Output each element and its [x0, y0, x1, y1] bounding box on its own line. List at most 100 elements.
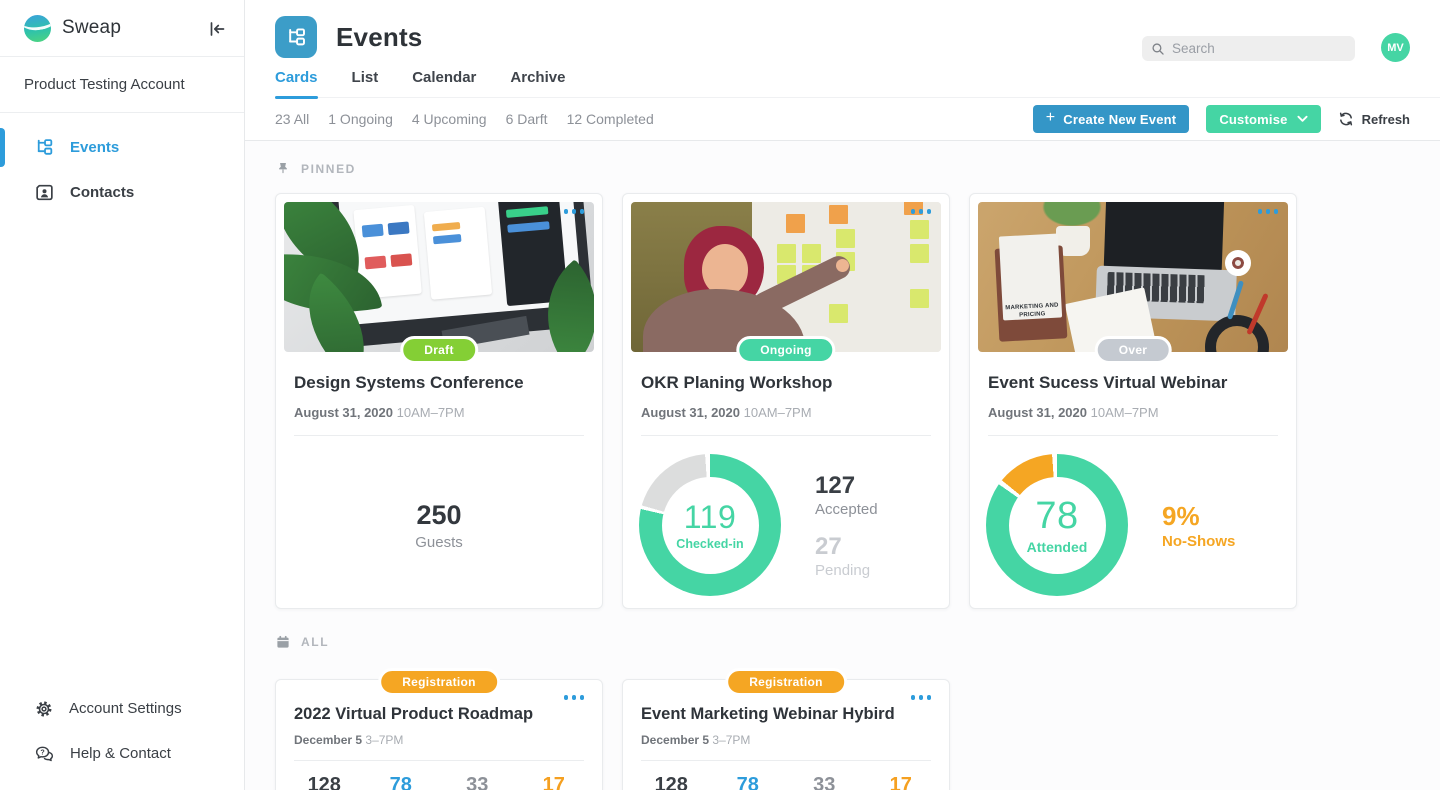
metric-accepted: 78: [363, 774, 440, 790]
event-time: 10AM–7PM: [744, 405, 812, 420]
stat-value: 9%: [1162, 501, 1235, 532]
filter-ongoing[interactable]: 1 Ongoing: [328, 111, 393, 127]
tab-calendar[interactable]: Calendar: [412, 69, 476, 97]
tab-archive[interactable]: Archive: [510, 69, 565, 97]
event-time: 10AM–7PM: [1091, 405, 1159, 420]
pin-icon: [275, 161, 291, 177]
donut-label: Attended: [1027, 539, 1088, 555]
donut-value: 119: [684, 499, 737, 536]
tab-cards[interactable]: Cards: [275, 69, 318, 97]
event-card-design-systems[interactable]: Draft Design Systems Conference August 3…: [275, 193, 603, 609]
more-options-button[interactable]: [560, 205, 589, 218]
event-datetime: August 31, 2020 10AM–7PM: [988, 405, 1278, 420]
filter-all[interactable]: 23 All: [275, 111, 309, 127]
status-badge: Registration: [378, 668, 500, 696]
side-stats: 9% No-Shows: [1162, 501, 1235, 550]
metric-total: 128: [633, 774, 710, 790]
status-badge: Draft: [400, 336, 478, 364]
metric-pending: 33: [439, 774, 516, 790]
stat-value: 27: [815, 533, 878, 561]
stat-value: 127: [815, 472, 878, 500]
stat-label: No-Shows: [1162, 533, 1235, 550]
page-title: Events: [336, 22, 422, 53]
more-options-button[interactable]: [1254, 205, 1283, 218]
event-image-wrap: Ongoing: [631, 202, 941, 352]
event-datetime: August 31, 2020 10AM–7PM: [294, 405, 584, 420]
event-date: August 31, 2020: [988, 405, 1087, 420]
event-card-okr-workshop[interactable]: Ongoing OKR Planing Workshop August 31, …: [622, 193, 950, 609]
sweap-logo-icon: [24, 15, 51, 42]
sidebar: Sweap Product Testing Account Events Con…: [0, 0, 245, 790]
sidebar-item-help-contact[interactable]: ? Help & Contact: [0, 731, 244, 776]
sidebar-item-account-settings[interactable]: Account Settings: [0, 686, 244, 731]
section-title: PINNED: [301, 162, 356, 176]
more-options-button[interactable]: [560, 691, 589, 704]
checkin-donut-chart: 119 Checked-in: [639, 454, 781, 596]
calendar-icon: [275, 634, 291, 650]
brand-name: Sweap: [62, 17, 121, 39]
collapse-icon: [207, 19, 227, 39]
tab-list[interactable]: List: [352, 69, 379, 97]
event-date: August 31, 2020: [641, 405, 740, 420]
sidebar-footer: Account Settings ? Help & Contact: [0, 686, 244, 776]
filter-upcoming[interactable]: 4 Upcoming: [412, 111, 487, 127]
event-title: Design Systems Conference: [294, 373, 584, 393]
attendance-donut-chart: 78 Attended: [986, 454, 1128, 596]
section-title: ALL: [301, 635, 329, 649]
event-card-product-roadmap[interactable]: Registration 2022 Virtual Product Roadma…: [275, 679, 603, 790]
pinned-cards-row: Draft Design Systems Conference August 3…: [275, 193, 1410, 609]
metric-pending: 33: [786, 774, 863, 790]
more-options-button[interactable]: [907, 691, 936, 704]
metric-declined: 17: [516, 774, 593, 790]
book-cover-text: MARKETING AND PRICING: [1003, 302, 1063, 321]
event-time: 10AM–7PM: [397, 405, 465, 420]
event-card-virtual-webinar[interactable]: MARKETING AND PRICING Over Event Sucess …: [969, 193, 1297, 609]
toolbar: + Create New Event Customise Refresh: [1033, 105, 1410, 133]
event-image: MARKETING AND PRICING: [978, 202, 1288, 352]
page-header: Events: [275, 16, 422, 58]
sidebar-item-events[interactable]: Events: [0, 125, 244, 170]
pending-stat: 27 Pending: [815, 533, 878, 579]
events-icon: [34, 137, 55, 158]
user-avatar[interactable]: MV: [1381, 33, 1410, 62]
search-box[interactable]: [1142, 36, 1355, 61]
sidebar-item-contacts[interactable]: Contacts: [0, 170, 244, 215]
search-input[interactable]: [1172, 41, 1332, 56]
gear-icon: [34, 699, 54, 719]
logo-row: Sweap: [0, 0, 244, 57]
more-options-button[interactable]: [907, 205, 936, 218]
refresh-icon: [1338, 111, 1354, 127]
filter-draft[interactable]: 6 Darft: [506, 111, 548, 127]
metric-accepted: 78: [710, 774, 787, 790]
create-new-event-button[interactable]: + Create New Event: [1033, 105, 1190, 133]
event-image-wrap: MARKETING AND PRICING Over: [978, 202, 1288, 352]
active-indicator: [0, 128, 5, 167]
event-datetime: August 31, 2020 10AM–7PM: [641, 405, 931, 420]
metric-total: 128: [286, 774, 363, 790]
refresh-button[interactable]: Refresh: [1338, 111, 1410, 127]
stat-label: Guests: [415, 534, 463, 551]
guest-count-stat: 250 Guests: [276, 436, 602, 614]
sidebar-item-label: Help & Contact: [70, 745, 171, 762]
customise-button-label: Customise: [1219, 112, 1287, 127]
event-title: Event Marketing Webinar Hybird: [641, 705, 931, 724]
account-name: Product Testing Account: [24, 76, 185, 93]
sidebar-collapse-button[interactable]: [206, 18, 228, 40]
event-date: December 5: [294, 733, 362, 747]
sidebar-item-label: Events: [70, 139, 119, 156]
event-metrics: 128 78 33 17: [276, 761, 602, 790]
help-chat-icon: ?: [34, 744, 55, 764]
stat-label: Pending: [815, 562, 878, 579]
donut-value: 78: [1035, 495, 1078, 538]
customise-button[interactable]: Customise: [1206, 105, 1320, 133]
events-icon: [285, 26, 308, 49]
event-time: 3–7PM: [365, 733, 403, 747]
filter-completed[interactable]: 12 Completed: [567, 111, 654, 127]
search-icon: [1151, 42, 1165, 56]
donut-label: Checked-in: [676, 537, 743, 551]
account-switcher[interactable]: Product Testing Account: [0, 57, 244, 113]
events-content: PINNED: [245, 141, 1440, 790]
all-section-label: ALL: [275, 634, 1410, 650]
event-card-marketing-webinar[interactable]: Registration Event Marketing Webinar Hyb…: [622, 679, 950, 790]
plus-icon: +: [1046, 110, 1056, 126]
